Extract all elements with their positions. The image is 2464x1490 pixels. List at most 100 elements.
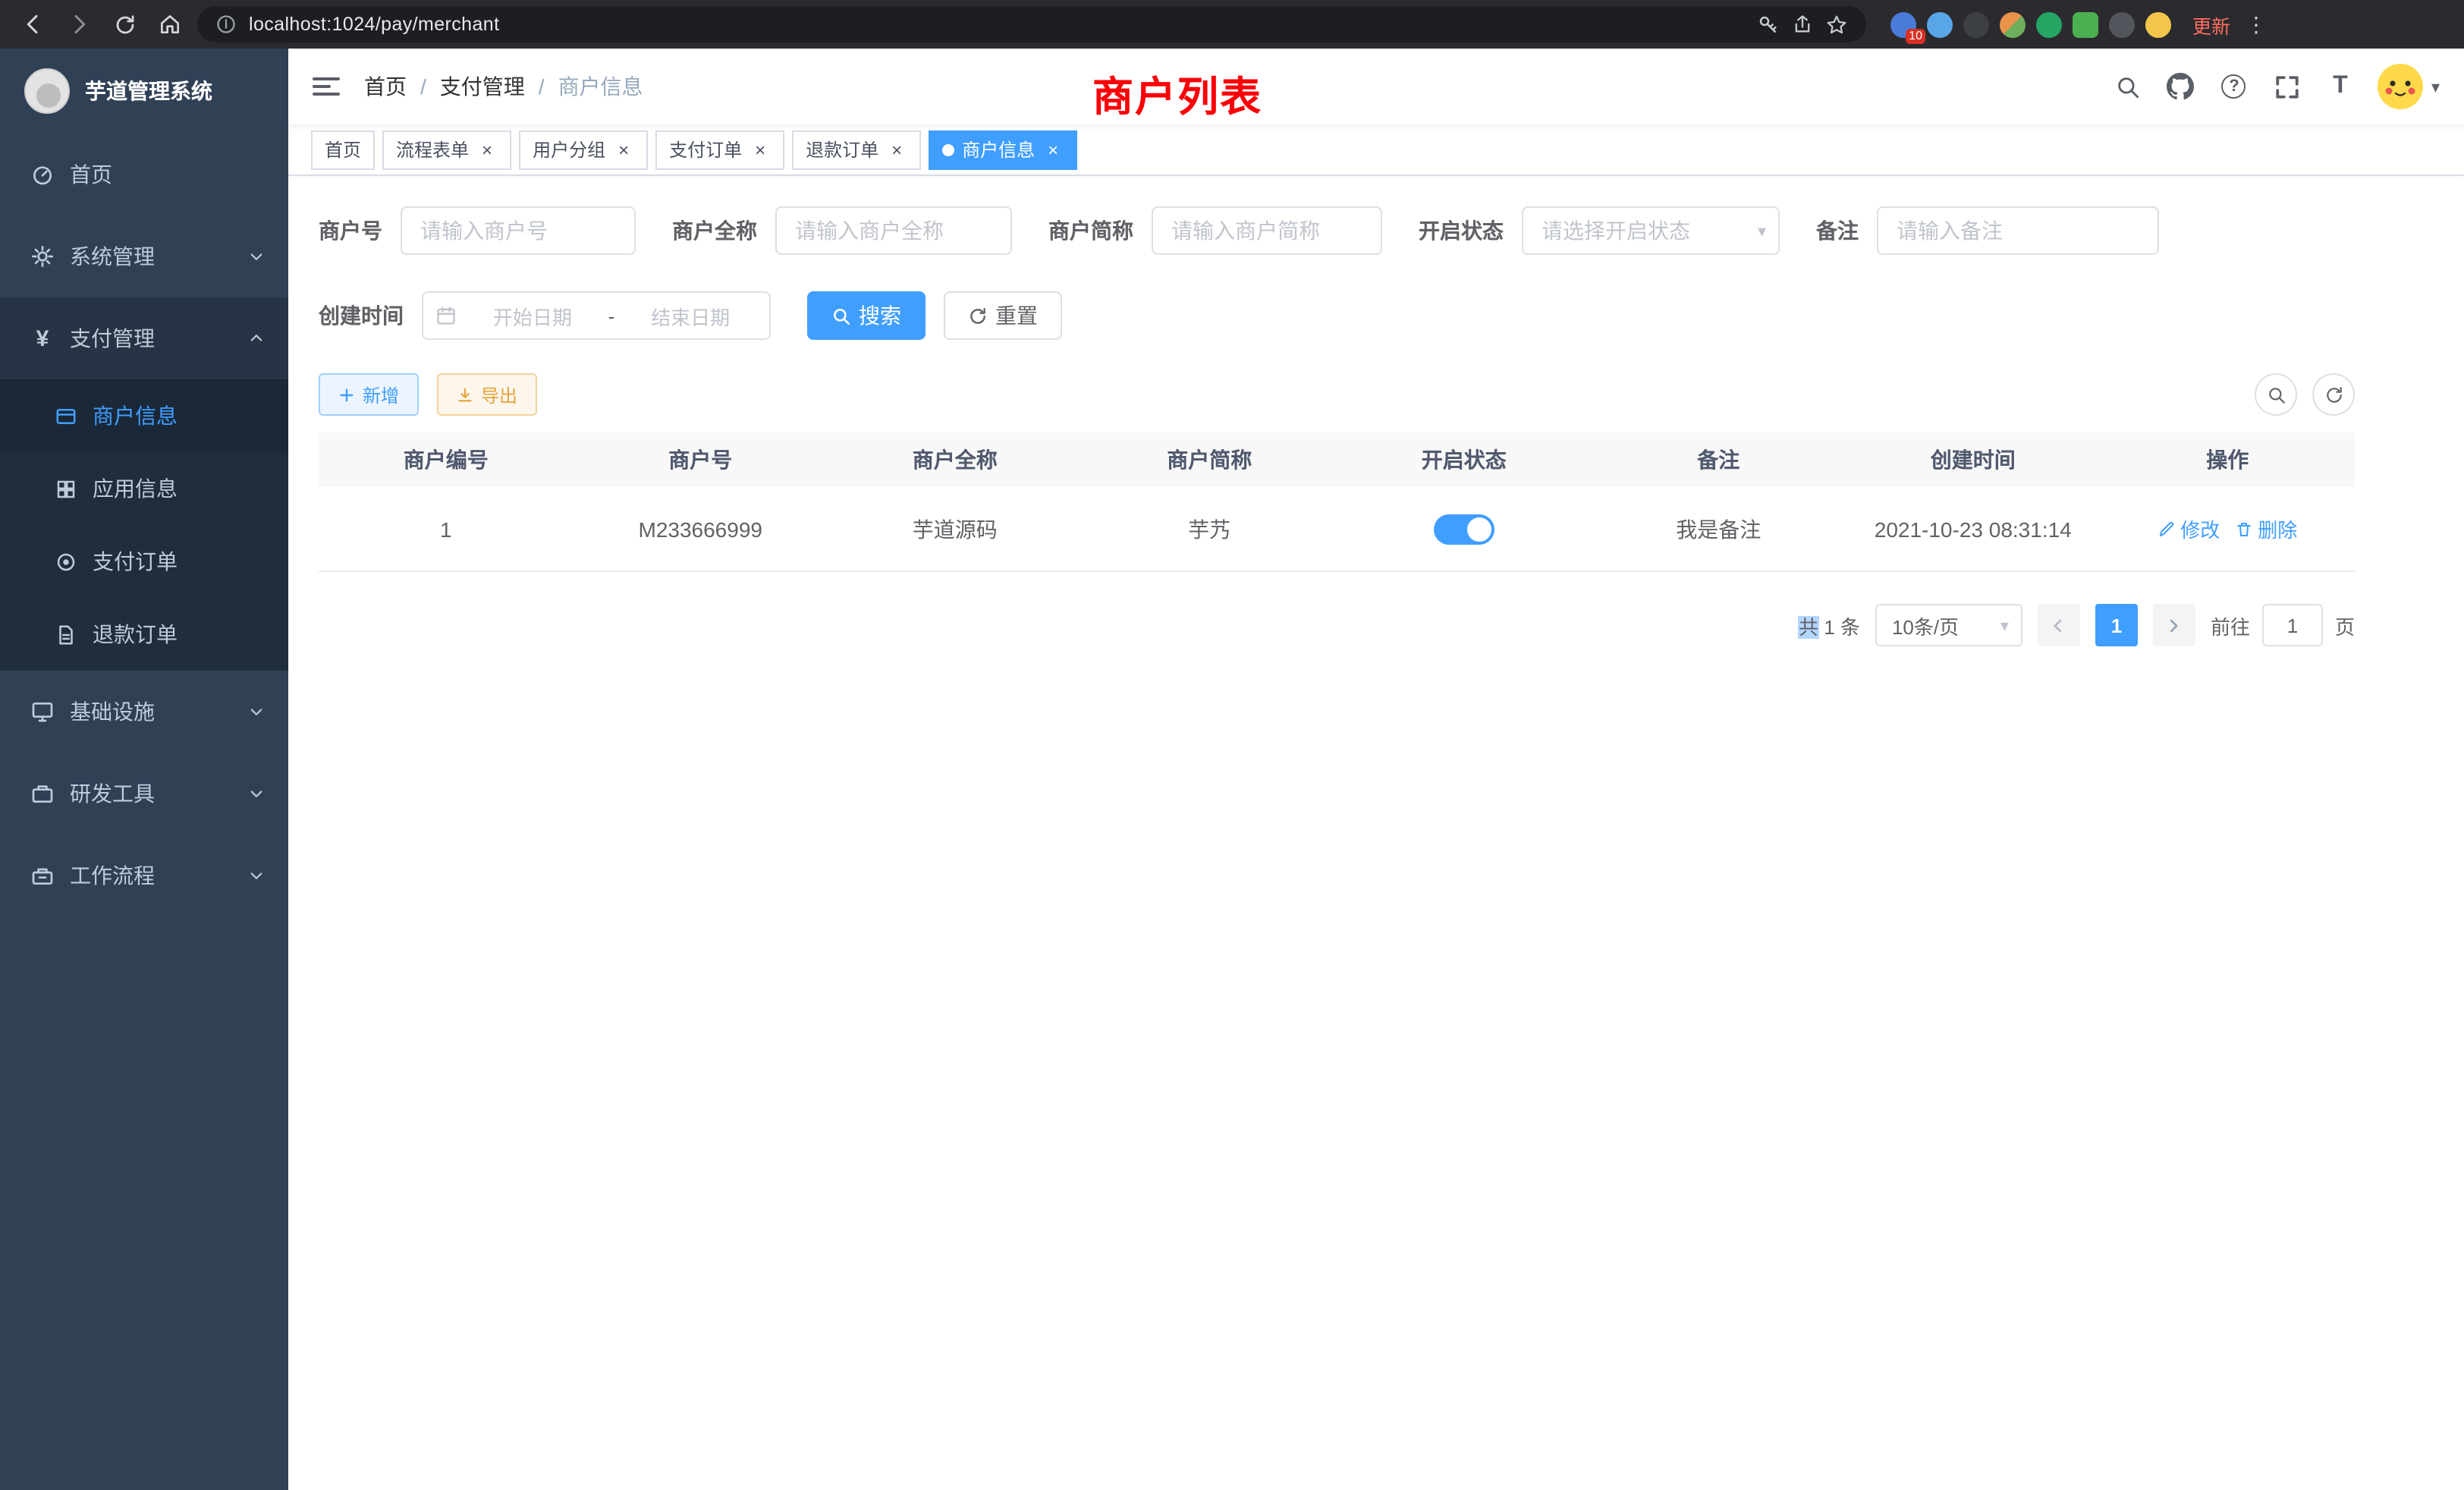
sidebar-item-merchant-info[interactable]: 商户信息 (0, 379, 288, 452)
extension-badge: 10 (1906, 28, 1925, 43)
prev-page-button[interactable] (2038, 604, 2080, 646)
extension-icon-1[interactable]: 10 (1890, 11, 1916, 37)
sidebar-item-infrastructure[interactable]: 基础设施 (0, 671, 288, 753)
next-page-button[interactable] (2153, 604, 2195, 646)
payment-submenu: 商户信息 应用信息 支付订单 (0, 379, 288, 671)
link-label: 删除 (2258, 514, 2297, 543)
site-info-icon[interactable] (215, 14, 237, 35)
goto-page-input[interactable] (2262, 604, 2323, 646)
total-rest: 1 条 (1818, 615, 1860, 638)
add-button[interactable]: 新增 (319, 373, 419, 416)
tab-payment-orders[interactable]: 支付订单 × (655, 130, 784, 169)
active-dot (942, 143, 954, 156)
password-key-icon[interactable] (1757, 13, 1780, 36)
extension-icon-3[interactable] (1963, 11, 1989, 37)
chevron-down-icon (249, 249, 264, 264)
browser-update-button[interactable]: 更新 (2192, 10, 2230, 39)
hamburger-icon[interactable] (313, 71, 343, 102)
status-select[interactable]: 请选择开启状态 ▾ (1522, 206, 1780, 255)
page-size-value: 10条/页 (1892, 611, 1959, 640)
sidebar-item-dev-tools[interactable]: 研发工具 (0, 753, 288, 835)
cell-remark: 我是备注 (1592, 487, 1846, 571)
sidebar-item-workflow[interactable]: 工作流程 (0, 835, 288, 916)
tab-process-form[interactable]: 流程表单 × (382, 130, 511, 169)
font-size-icon[interactable]: T (2325, 71, 2356, 102)
merchant-no-input[interactable] (401, 206, 636, 255)
browser-toolbar: localhost:1024/pay/merchant 10 更新 ⋮ (0, 0, 2464, 49)
sidebar-item-label: 支付管理 (70, 323, 155, 354)
target-icon (55, 550, 77, 573)
close-icon[interactable]: × (476, 139, 498, 160)
user-menu[interactable]: ▾ (2378, 64, 2440, 109)
sidebar-item-payment-orders[interactable]: 支付订单 (0, 525, 288, 598)
close-icon[interactable]: × (613, 139, 634, 160)
page-number-1[interactable]: 1 (2095, 604, 2138, 646)
field-label: 创建时间 (319, 300, 404, 331)
status-toggle[interactable] (1434, 514, 1494, 544)
cell-status (1337, 487, 1592, 571)
date-range-picker[interactable]: 开始日期 - 结束日期 (422, 291, 771, 340)
remark-input[interactable] (1877, 206, 2159, 255)
close-icon[interactable]: × (886, 139, 907, 160)
sidebar-item-label: 支付订单 (93, 546, 178, 577)
sidebar-item-refund-orders[interactable]: 退款订单 (0, 598, 288, 671)
toolbox-icon (30, 781, 55, 806)
github-icon[interactable] (2166, 71, 2196, 102)
extension-icon-2[interactable] (1927, 11, 1953, 37)
document-icon (55, 623, 77, 646)
tab-refund-orders[interactable]: 退款订单 × (792, 130, 921, 169)
toggle-search-icon[interactable] (2255, 373, 2297, 416)
tab-home[interactable]: 首页 (311, 130, 375, 169)
tab-user-group[interactable]: 用户分组 × (519, 130, 648, 169)
select-placeholder: 请选择开启状态 (1542, 215, 1690, 246)
help-icon[interactable]: ? (2219, 71, 2249, 102)
refresh-icon[interactable] (2312, 373, 2355, 416)
sidebar-item-home[interactable]: 首页 (0, 134, 288, 215)
tab-label: 流程表单 (396, 137, 469, 162)
bookmark-star-icon[interactable] (1825, 13, 1848, 36)
cell-operations: 修改 删除 (2101, 487, 2356, 571)
filter-short-name: 商户简称 (1048, 206, 1382, 255)
sidebar-item-app-info[interactable]: 应用信息 (0, 452, 288, 525)
breadcrumb-payment[interactable]: 支付管理 (440, 71, 525, 102)
sidebar-item-label: 工作流程 (70, 860, 155, 891)
breadcrumb-home[interactable]: 首页 (364, 71, 407, 102)
search-icon[interactable] (2113, 71, 2143, 102)
extension-icon-5[interactable] (2036, 11, 2062, 37)
browser-menu-icon[interactable]: ⋮ (2246, 11, 2267, 37)
fullscreen-icon[interactable] (2272, 71, 2302, 102)
reset-button[interactable]: 重置 (944, 291, 1062, 340)
browser-forward-button[interactable] (61, 6, 97, 42)
page-size-select[interactable]: 10条/页 ▾ (1875, 604, 2022, 646)
sidebar-logo[interactable]: 芋道管理系统 (0, 49, 288, 134)
extension-icon-6[interactable] (2073, 11, 2098, 37)
edit-link[interactable]: 修改 (2158, 514, 2220, 543)
table-header: 商户编号 商户号 商户全称 商户简称 开启状态 备注 创建时间 操作 (319, 432, 2355, 487)
button-label: 新增 (363, 382, 399, 407)
sidebar-item-payment[interactable]: ¥ 支付管理 (0, 297, 288, 379)
close-icon[interactable]: × (750, 139, 771, 160)
breadcrumb-separator: / (539, 74, 545, 99)
extension-icon-4[interactable] (2000, 11, 2026, 37)
close-icon[interactable]: × (1042, 139, 1064, 160)
address-bar[interactable]: localhost:1024/pay/merchant (197, 6, 1866, 42)
extension-icon-7[interactable] (2109, 11, 2135, 37)
search-button[interactable]: 搜索 (807, 291, 926, 340)
browser-back-button[interactable] (15, 6, 52, 42)
sidebar-item-system[interactable]: 系统管理 (0, 215, 288, 297)
tab-merchant-info[interactable]: 商户信息 × (929, 130, 1077, 169)
col-header: 商户简称 (1083, 432, 1337, 487)
cell-short-name: 芋艿 (1083, 487, 1337, 571)
extension-icon-8[interactable] (2145, 11, 2171, 37)
gear-icon (30, 244, 55, 269)
export-button[interactable]: 导出 (437, 373, 537, 416)
url-text: localhost:1024/pay/merchant (249, 14, 499, 35)
short-name-input[interactable] (1152, 206, 1382, 255)
filter-create-time: 创建时间 开始日期 - 结束日期 (319, 291, 771, 340)
chevron-down-icon (249, 704, 264, 719)
full-name-input[interactable] (775, 206, 1012, 255)
delete-link[interactable]: 删除 (2235, 514, 2297, 543)
browser-home-button[interactable] (152, 6, 188, 42)
browser-reload-button[interactable] (106, 6, 143, 42)
share-icon[interactable] (1792, 14, 1813, 35)
